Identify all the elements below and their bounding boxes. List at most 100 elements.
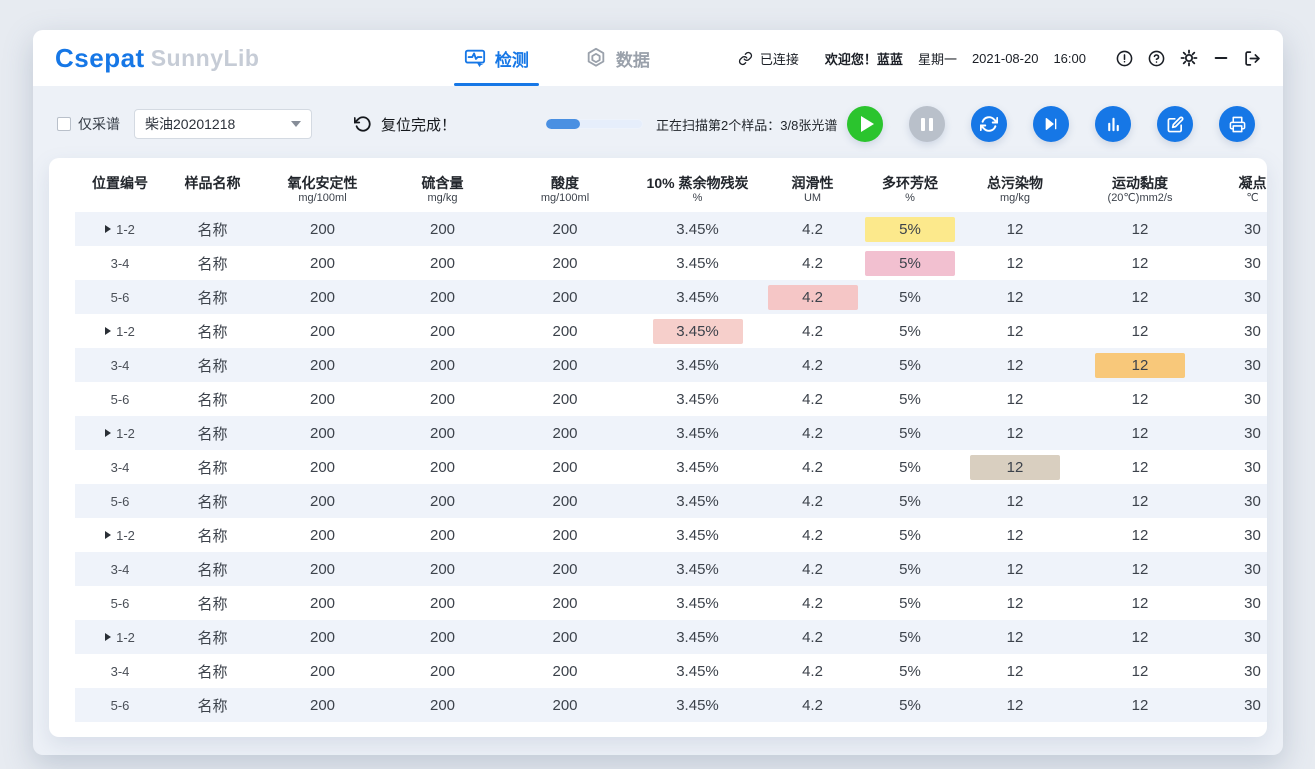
position-cell[interactable]: 1-2 <box>75 620 165 654</box>
position-cell: 3-4 <box>75 552 165 586</box>
position-label: 1-2 <box>116 324 135 339</box>
tab-detection[interactable]: 检测 <box>436 30 557 86</box>
checkbox-box[interactable] <box>57 117 71 131</box>
data-cell: 5% <box>860 212 960 246</box>
export-button[interactable] <box>1157 106 1193 142</box>
refresh-icon <box>980 115 998 133</box>
column-header: 10% 蒸余物残炭% <box>630 166 765 212</box>
data-cell: 200 <box>260 348 385 382</box>
reset-refresh-icon[interactable] <box>354 115 372 133</box>
data-cell: 5% <box>860 688 960 722</box>
page-background: Csepat SunnyLib 检测 <box>0 0 1315 769</box>
gear-icon[interactable] <box>1180 49 1198 67</box>
data-cell: 30 <box>1210 280 1267 314</box>
reset-status-group: 复位完成！ <box>354 114 456 135</box>
sample-select[interactable]: 柴油20201218 <box>134 109 312 139</box>
position-cell[interactable]: 1-2 <box>75 212 165 246</box>
data-cell: 4.2 <box>765 416 860 450</box>
data-cell: 名称 <box>165 688 260 722</box>
data-cell: 名称 <box>165 552 260 586</box>
skip-button[interactable] <box>1033 106 1069 142</box>
expand-triangle-icon[interactable] <box>105 327 111 335</box>
start-button[interactable] <box>847 106 883 142</box>
data-cell: 30 <box>1210 484 1267 518</box>
data-cell: 名称 <box>165 212 260 246</box>
column-header: 氧化安定性mg/100ml <box>260 166 385 212</box>
print-button[interactable] <box>1219 106 1255 142</box>
position-cell: 5-6 <box>75 586 165 620</box>
exit-icon[interactable] <box>1244 50 1261 67</box>
column-header: 凝点℃ <box>1210 166 1267 212</box>
data-cell: 200 <box>500 484 630 518</box>
pause-button[interactable] <box>909 106 945 142</box>
table-row: 5-6名称2002002003.45%4.25%121230 <box>75 586 1267 620</box>
data-cell: 30 <box>1210 212 1267 246</box>
highlighted-value: 3.45% <box>653 319 743 344</box>
data-cell: 200 <box>260 518 385 552</box>
data-cell: 12 <box>960 484 1070 518</box>
data-cell: 30 <box>1210 552 1267 586</box>
scan-progress-fill <box>546 119 580 129</box>
table-header-row: 位置编号样品名称氧化安定性mg/100ml硫含量mg/kg酸度mg/100ml1… <box>75 166 1267 212</box>
expand-triangle-icon[interactable] <box>105 429 111 437</box>
data-cell: 5% <box>860 314 960 348</box>
position-cell[interactable]: 1-2 <box>75 314 165 348</box>
table-row: 3-4名称2002002003.45%4.25%121230 <box>75 246 1267 280</box>
position-label: 1-2 <box>116 630 135 645</box>
tab-data[interactable]: 数据 <box>557 30 678 86</box>
data-cell: 12 <box>960 688 1070 722</box>
data-cell: 4.2 <box>765 246 860 280</box>
data-cell: 12 <box>1070 212 1210 246</box>
chevron-down-icon <box>291 121 301 127</box>
data-cell: 200 <box>260 246 385 280</box>
only-spectrum-checkbox[interactable]: 仅采谱 <box>57 114 120 134</box>
main-nav: 检测 数据 <box>436 30 678 86</box>
statistics-button[interactable] <box>1095 106 1131 142</box>
data-cell: 200 <box>260 416 385 450</box>
help-icon[interactable] <box>1148 50 1165 67</box>
expand-triangle-icon[interactable] <box>105 225 111 233</box>
table-row: 5-6名称2002002003.45%4.25%121230 <box>75 382 1267 416</box>
data-cell: 12 <box>960 552 1070 586</box>
highlighted-value: 5% <box>865 217 955 242</box>
position-cell[interactable]: 1-2 <box>75 416 165 450</box>
position-cell: 5-6 <box>75 280 165 314</box>
table-row: 1-2名称2002002003.45%4.25%121230 <box>75 314 1267 348</box>
data-cell: 5% <box>860 654 960 688</box>
tab-data-label: 数据 <box>616 46 650 71</box>
data-cell: 200 <box>260 280 385 314</box>
data-cell: 12 <box>1070 552 1210 586</box>
position-cell[interactable]: 1-2 <box>75 518 165 552</box>
info-icon[interactable] <box>1116 50 1133 67</box>
position-cell: 3-4 <box>75 246 165 280</box>
data-cell: 12 <box>960 416 1070 450</box>
data-cell: 200 <box>385 246 500 280</box>
toolbar: 仅采谱 柴油20201218 复位完成！ 正在扫描第2个样品：3/8张光谱 <box>33 86 1283 154</box>
refresh-button[interactable] <box>971 106 1007 142</box>
scan-status-text: 正在扫描第2个样品：3/8张光谱 <box>656 115 837 134</box>
data-cell: 12 <box>960 314 1070 348</box>
minimize-icon[interactable] <box>1213 50 1229 66</box>
data-cell: 12 <box>1070 518 1210 552</box>
skip-forward-icon <box>1043 116 1059 132</box>
position-label: 3-4 <box>111 358 130 373</box>
data-cell: 30 <box>1210 382 1267 416</box>
data-cell: 4.2 <box>765 620 860 654</box>
data-cell: 200 <box>500 654 630 688</box>
data-cell: 3.45% <box>630 246 765 280</box>
data-cell: 200 <box>260 450 385 484</box>
expand-triangle-icon[interactable] <box>105 531 111 539</box>
data-cell: 200 <box>500 450 630 484</box>
data-cell: 名称 <box>165 518 260 552</box>
position-label: 1-2 <box>116 528 135 543</box>
results-table-card: 位置编号样品名称氧化安定性mg/100ml硫含量mg/kg酸度mg/100ml1… <box>49 158 1267 737</box>
date-text: 2021-08-20 <box>972 51 1039 66</box>
data-cell: 4.2 <box>765 654 860 688</box>
data-cell: 12 <box>960 382 1070 416</box>
data-cell: 3.45% <box>630 518 765 552</box>
logo-secondary: SunnyLib <box>151 45 260 72</box>
play-icon <box>861 116 874 132</box>
app-header: Csepat SunnyLib 检测 <box>33 30 1283 86</box>
column-header: 酸度mg/100ml <box>500 166 630 212</box>
expand-triangle-icon[interactable] <box>105 633 111 641</box>
